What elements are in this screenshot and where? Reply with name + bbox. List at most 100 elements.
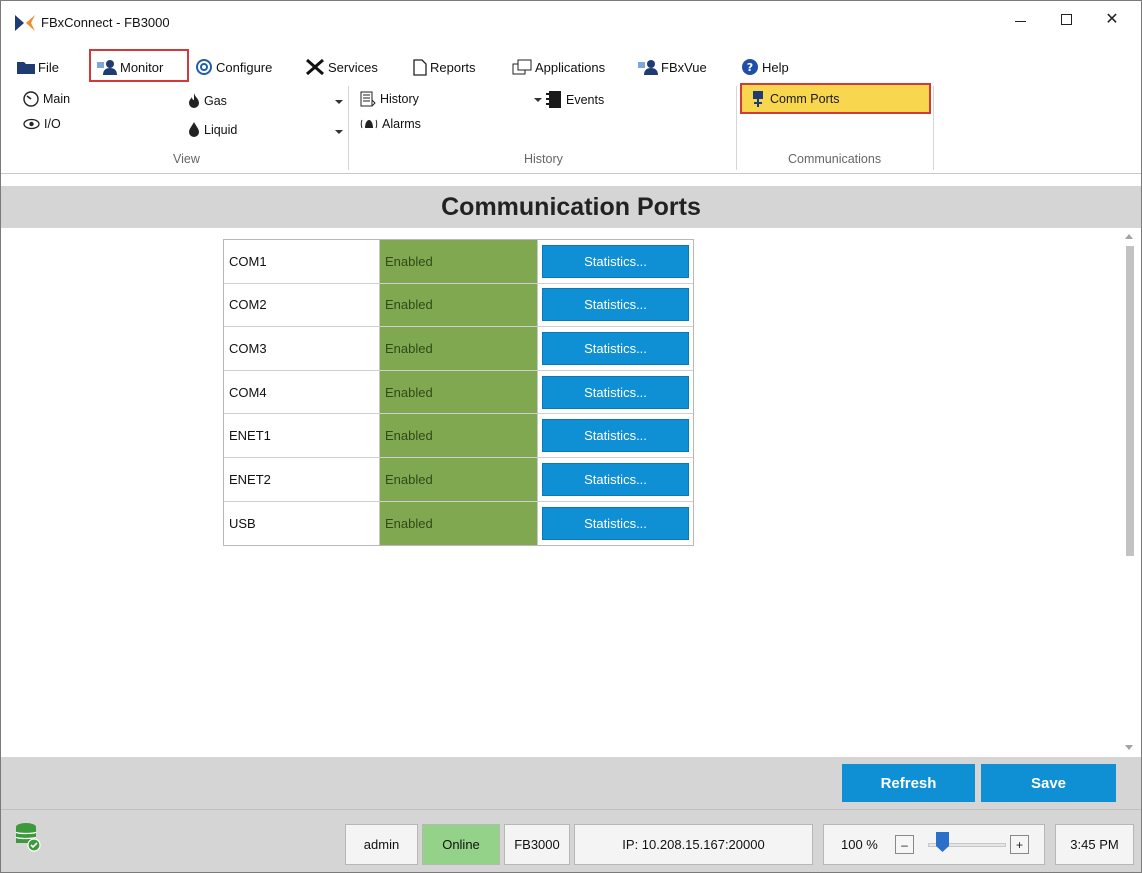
port-status: Enabled [380, 327, 538, 370]
port-statistics-cell: Statistics... [538, 240, 693, 283]
ribbon-group-communications-label: Communications [788, 152, 882, 166]
fbxconnect-logo-icon [15, 15, 35, 31]
status-device: FB3000 [504, 824, 570, 865]
statistics-button[interactable]: Statistics... [542, 331, 689, 365]
menu-configure[interactable]: Configure [195, 54, 272, 80]
statistics-button[interactable]: Statistics... [542, 244, 689, 278]
zoom-in-button[interactable]: + [1010, 835, 1029, 854]
save-button[interactable]: Save [981, 764, 1116, 802]
history-dropdown-arrow-icon[interactable] [534, 98, 542, 102]
close-button[interactable]: ✕ [1089, 1, 1135, 37]
port-statistics-cell: Statistics... [538, 458, 693, 501]
table-row: COM4 Enabled Statistics... [224, 370, 693, 415]
minimize-icon [1014, 20, 1026, 22]
ribbon-separator [736, 86, 737, 170]
table-row: COM3 Enabled Statistics... [224, 327, 693, 371]
ribbon-main[interactable]: Main [23, 91, 70, 107]
menu-reports[interactable]: Reports [413, 54, 476, 80]
scroll-up-arrow-icon[interactable] [1125, 234, 1133, 239]
ribbon-liquid-label: Liquid [204, 122, 238, 137]
statistics-button[interactable]: Statistics... [542, 419, 689, 453]
ribbon-history[interactable]: History [360, 91, 419, 107]
menu-applications-label: Applications [535, 59, 606, 75]
menu-applications[interactable]: Applications [512, 54, 605, 80]
folder-icon [17, 62, 35, 74]
ribbon-events-label: Events [566, 92, 605, 107]
status-ip: IP: 10.208.15.167:20000 [574, 824, 813, 865]
port-status: Enabled [380, 370, 538, 414]
ribbon-io[interactable]: I/O [23, 117, 61, 131]
statistics-button[interactable]: Statistics... [542, 462, 689, 496]
ribbon-liquid[interactable]: Liquid [188, 122, 237, 137]
maximize-icon [1060, 13, 1072, 25]
menu-services[interactable]: Services [305, 54, 378, 80]
port-statistics-cell: Statistics... [538, 502, 693, 546]
menu-fbxvue[interactable]: FBxVue [638, 54, 707, 80]
gas-dropdown-arrow-icon[interactable] [335, 100, 343, 104]
port-status: Enabled [380, 414, 538, 457]
page-title: Communication Ports [1, 186, 1141, 228]
windows-icon [512, 59, 532, 75]
minimize-button[interactable] [997, 1, 1043, 37]
refresh-button[interactable]: Refresh [842, 764, 975, 802]
ribbon-alarms[interactable]: Alarms [360, 117, 421, 131]
content-area: COM1 Enabled Statistics... COM2 Enabled Stati… [1, 228, 1141, 756]
comm-ports-label: Comm Ports [770, 91, 840, 106]
port-status: Enabled [380, 283, 538, 327]
port-statistics-cell: Statistics... [538, 327, 693, 370]
port-status: Enabled [380, 240, 538, 283]
status-bar: admin Online FB3000 IP: 10.208.15.167:20… [1, 809, 1141, 872]
menu-services-label: Services [328, 59, 378, 75]
port-name: USB [224, 501, 380, 546]
ribbon-history-label: History [380, 92, 419, 106]
menu-help[interactable]: ? Help [741, 54, 789, 80]
statistics-button[interactable]: Statistics... [542, 375, 689, 409]
gear-icon [196, 59, 212, 75]
vertical-scrollbar[interactable] [1120, 228, 1141, 756]
statistics-button[interactable]: Statistics... [542, 288, 689, 322]
zoom-out-button[interactable]: – [895, 835, 914, 854]
statistics-button[interactable]: Statistics... [542, 506, 689, 540]
ribbon-separator [348, 86, 349, 170]
ribbon-main-label: Main [43, 92, 71, 106]
liquid-dropdown-arrow-icon[interactable] [335, 130, 343, 134]
menu-file[interactable]: File [17, 54, 59, 80]
title-bar: FBxConnect - FB3000 ✕ [1, 1, 1141, 45]
ribbon-gas[interactable]: Gas [188, 93, 227, 108]
close-icon: ✕ [1105, 11, 1119, 28]
comm-port-plug-icon [753, 90, 763, 107]
comm-ports-table: COM1 Enabled Statistics... COM2 Enabled Stati… [223, 239, 694, 547]
alarm-bell-icon [360, 119, 378, 129]
ribbon-events[interactable]: Events [546, 91, 604, 108]
table-row: COM1 Enabled Statistics... [224, 240, 693, 284]
table-row: USB Enabled Statistics... [224, 501, 693, 546]
table-row: COM2 Enabled Statistics... [224, 283, 693, 328]
ribbon-separator [933, 86, 934, 170]
status-connection: Online [422, 824, 500, 865]
table-row: ENET1 Enabled Statistics... [224, 414, 693, 458]
port-statistics-cell: Statistics... [538, 371, 693, 414]
port-statistics-cell: Statistics... [538, 414, 693, 457]
maximize-button[interactable] [1043, 1, 1089, 37]
status-user: admin [345, 824, 418, 865]
flame-icon [189, 93, 199, 108]
menu-configure-label: Configure [216, 59, 273, 75]
port-name: COM2 [224, 283, 380, 327]
ribbon-alarms-label: Alarms [382, 117, 421, 131]
port-name: ENET1 [224, 414, 380, 457]
status-time: 3:45 PM [1055, 824, 1134, 865]
port-name: COM4 [224, 370, 380, 414]
menu-file-label: File [38, 59, 59, 75]
comm-ports-button[interactable]: Comm Ports [740, 83, 931, 114]
ribbon-io-label: I/O [44, 117, 61, 131]
menu-fbxvue-label: FBxVue [661, 59, 707, 75]
scroll-thumb[interactable] [1126, 246, 1134, 556]
ribbon: Main I/O Gas Liquid View History Alarms [1, 83, 1141, 174]
menu-reports-label: Reports [430, 59, 476, 75]
scroll-down-arrow-icon[interactable] [1125, 745, 1133, 750]
port-statistics-cell: Statistics... [538, 284, 693, 327]
svg-text:?: ? [747, 61, 753, 74]
zoom-level: 100 % [841, 837, 878, 852]
port-name: COM3 [224, 327, 380, 370]
drop-icon [189, 122, 199, 137]
